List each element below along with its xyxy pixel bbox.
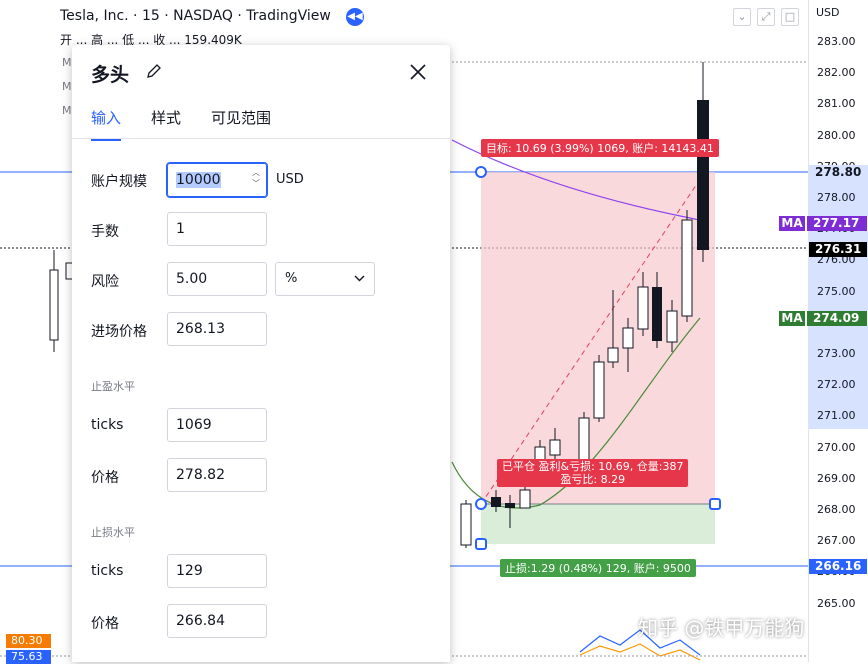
take-profit-section-label: 止盈水平 bbox=[91, 380, 135, 393]
ma-tag-label: MA bbox=[779, 216, 805, 231]
dialog-title: 多头 bbox=[91, 64, 130, 86]
edit-pencil-icon[interactable] bbox=[146, 63, 162, 79]
price-axis-tag: 278.80 bbox=[809, 165, 867, 180]
account-size-value: 10000 bbox=[176, 172, 221, 188]
stop-loss-section-label: 止损水平 bbox=[91, 526, 135, 539]
profit-zone bbox=[481, 172, 715, 504]
lots-label: 手数 bbox=[91, 224, 119, 240]
sl-ticks-input[interactable]: 129 bbox=[167, 554, 267, 588]
entry-price-input[interactable]: 268.13 bbox=[167, 312, 267, 346]
risk-label: 风险 bbox=[91, 274, 119, 290]
price-tick-label: 275.00 bbox=[817, 284, 856, 298]
price-tick-label: 282.00 bbox=[817, 66, 856, 80]
closed-pnl-chip: 已平仓 盈利&亏损: 10.69, 仓量:387 盈亏比: 8.29 bbox=[497, 459, 689, 487]
chevron-down-icon bbox=[354, 275, 365, 282]
left-edge-label: M bbox=[62, 56, 72, 69]
watermark: 知乎 @铁甲万能狗 bbox=[638, 616, 805, 640]
chevron-down-icon[interactable]: ⌄ bbox=[733, 8, 751, 26]
symbol-title: Tesla, Inc. · 15 · NASDAQ · TradingView bbox=[60, 8, 331, 24]
left-edge-label: M bbox=[62, 104, 72, 117]
tab-divider bbox=[72, 138, 450, 139]
stepper-icon[interactable]: ︿ ﹀ bbox=[252, 167, 260, 189]
price-axis[interactable]: 283.00282.00281.00280.00279.00278.00277.… bbox=[779, 0, 868, 662]
fullscreen-icon[interactable]: ⤢ bbox=[757, 8, 775, 26]
maximize-icon[interactable]: □ bbox=[781, 8, 799, 26]
price-axis-tag: MA 277.17 bbox=[779, 216, 868, 231]
price-tick-label: 272.00 bbox=[817, 378, 856, 392]
price-axis-tag: 266.16 bbox=[809, 559, 867, 574]
price-tick-label: 280.00 bbox=[817, 128, 856, 142]
long-position-dialog: 多头 输入 样式 可见范围 账户规模 10000 ︿ ﹀ USD 手数 1 风险 … bbox=[72, 45, 450, 662]
price-tick-label: 283.00 bbox=[817, 35, 856, 48]
price-tick-label: 267.00 bbox=[817, 534, 856, 548]
price-tick-label: 278.00 bbox=[817, 191, 856, 204]
risk-input[interactable]: 5.00 bbox=[167, 262, 267, 296]
closed-pnl-text: 已平仓 盈利&亏损: 10.69, 仓量:387 bbox=[502, 460, 684, 473]
price-tick-label: 269.00 bbox=[817, 471, 856, 485]
target-chip: 目标: 10.69 (3.99%) 1069, 账户: 14143.41 bbox=[481, 139, 719, 157]
price-axis-tag: 276.31 bbox=[809, 242, 867, 257]
close-icon[interactable] bbox=[408, 62, 428, 82]
price-tick-label: 268.00 bbox=[817, 503, 856, 516]
ma-tag-value: 277.17 bbox=[807, 216, 867, 231]
account-size-unit: USD bbox=[276, 172, 304, 187]
rewind-icon[interactable]: ◀◀ bbox=[346, 8, 364, 26]
tp-ticks-input[interactable]: 1069 bbox=[167, 408, 267, 442]
price-tick-label: 271.00 bbox=[817, 409, 856, 423]
target-handle bbox=[475, 166, 487, 178]
stop-zone bbox=[481, 504, 715, 544]
price-tick-label: 273.00 bbox=[817, 347, 856, 360]
risk-unit-value: % bbox=[285, 271, 298, 286]
currency-button[interactable]: USD bbox=[816, 6, 840, 19]
tab-inputs[interactable]: 输入 bbox=[91, 107, 122, 141]
risk-unit-select[interactable]: % bbox=[275, 262, 375, 296]
left-edge-label: M bbox=[62, 80, 72, 93]
ratio-text: 盈亏比: 8.29 bbox=[560, 473, 626, 486]
indicator-badge: 80.30 bbox=[6, 634, 51, 648]
right-handle bbox=[709, 498, 721, 510]
ma-tag-value: 274.09 bbox=[807, 311, 867, 326]
lots-input[interactable]: 1 bbox=[167, 212, 267, 246]
tp-price-label: 价格 bbox=[91, 470, 119, 486]
tab-style[interactable]: 样式 bbox=[151, 107, 181, 138]
stop-chip: 止损:1.29 (0.48%) 129, 账户: 9500 bbox=[500, 559, 696, 577]
price-tick-label: 281.00 bbox=[817, 97, 856, 111]
tp-ticks-label: ticks bbox=[91, 417, 124, 433]
account-size-input[interactable]: 10000 ︿ ﹀ bbox=[167, 163, 267, 197]
sl-ticks-label: ticks bbox=[91, 563, 124, 579]
tp-price-input[interactable]: 278.82 bbox=[167, 458, 267, 492]
stop-handle bbox=[475, 538, 487, 550]
price-tick-label: 270.00 bbox=[817, 440, 856, 454]
account-size-label: 账户规模 bbox=[91, 174, 147, 190]
price-axis-tag: MA 274.09 bbox=[779, 311, 868, 326]
sl-price-label: 价格 bbox=[91, 616, 119, 632]
tab-visibility[interactable]: 可见范围 bbox=[211, 107, 271, 138]
sl-price-input[interactable]: 266.84 bbox=[167, 604, 267, 638]
ma-tag-label: MA bbox=[779, 311, 805, 326]
entry-price-label: 进场价格 bbox=[91, 324, 147, 340]
price-tick-label: 265.00 bbox=[817, 596, 856, 610]
entry-handle bbox=[475, 498, 487, 510]
